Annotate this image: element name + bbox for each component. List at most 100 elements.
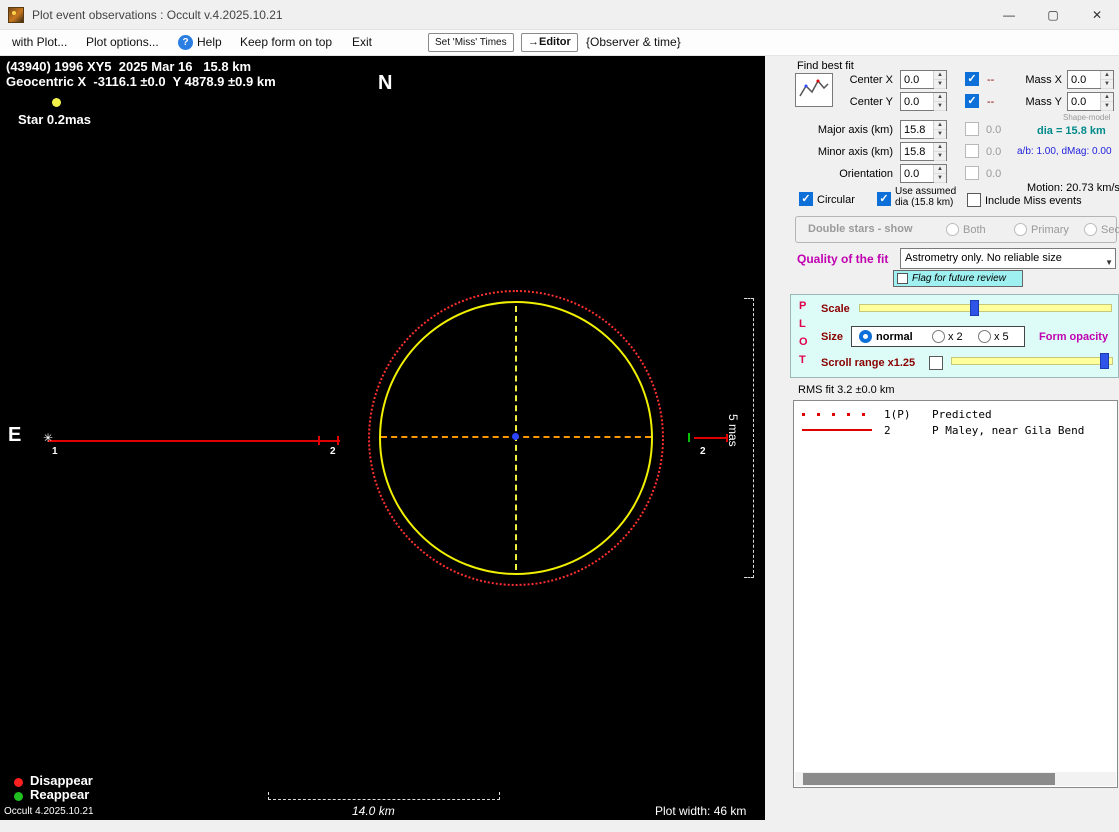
- menu-exit[interactable]: Exit: [352, 35, 372, 49]
- minor-axis-spinner[interactable]: ▲▼: [900, 142, 947, 161]
- double-stars-secondary-label: Secondary: [1101, 224, 1119, 236]
- center-y-checkbox[interactable]: ✓: [965, 94, 979, 108]
- observation-row[interactable]: 2 P Maley, near Gila Bend: [794, 423, 1117, 439]
- scale-slider-track[interactable]: [859, 304, 1112, 312]
- find-best-fit-button[interactable]: [795, 73, 833, 107]
- center-y-label: Center Y: [849, 96, 893, 108]
- star-size-label: Star 0.2mas: [18, 112, 91, 127]
- up-arrow-icon[interactable]: ▲: [934, 165, 946, 174]
- km-scale-bracket: [268, 792, 500, 800]
- major-axis-input[interactable]: [901, 121, 933, 138]
- include-miss-label: Include Miss events: [985, 195, 1082, 207]
- scale-slider[interactable]: [859, 300, 1112, 316]
- center-y-spinner[interactable]: ▲▼: [900, 92, 947, 111]
- down-arrow-icon[interactable]: ▼: [1101, 102, 1113, 111]
- maximize-button[interactable]: ▢: [1031, 0, 1075, 30]
- orientation-checkbox[interactable]: [965, 166, 979, 180]
- observer-time-label[interactable]: {Observer & time}: [586, 35, 681, 49]
- down-arrow-icon[interactable]: ▼: [1101, 80, 1113, 89]
- plot-letter-l: L: [799, 318, 806, 330]
- double-stars-primary-radio[interactable]: [1014, 223, 1027, 236]
- double-stars-secondary-radio[interactable]: [1084, 223, 1097, 236]
- orientation-spinner[interactable]: ▲▼: [900, 164, 947, 183]
- center-y-input[interactable]: [901, 93, 933, 110]
- predicted-dotted-line-icon: [802, 413, 872, 416]
- up-arrow-icon[interactable]: ▲: [934, 71, 946, 80]
- major-axis-checkbox[interactable]: [965, 122, 979, 136]
- scale-slider-thumb[interactable]: [970, 300, 980, 316]
- observation-row[interactable]: 1(P) Predicted: [794, 407, 1117, 423]
- mass-y-label: Mass Y: [1025, 96, 1062, 108]
- minor-axis-input[interactable]: [901, 143, 933, 160]
- up-arrow-icon[interactable]: ▲: [1101, 93, 1113, 102]
- up-arrow-icon[interactable]: ▲: [934, 143, 946, 152]
- app-window: Plot event observations : Occult v.4.202…: [0, 0, 1119, 832]
- up-arrow-icon[interactable]: ▲: [934, 93, 946, 102]
- major-axis-spinner[interactable]: ▲▼: [900, 120, 947, 139]
- orientation-arrows[interactable]: ▲ ▼: [933, 165, 946, 183]
- minor-axis-checkbox[interactable]: [965, 144, 979, 158]
- menu-with-plot[interactable]: with Plot...: [12, 35, 67, 49]
- titlebar: Plot event observations : Occult v.4.202…: [0, 0, 1119, 30]
- center-x-arrows[interactable]: ▲ ▼: [933, 71, 946, 89]
- plot-letter-t: T: [799, 354, 806, 366]
- menu-keep-on-top[interactable]: Keep form on top: [240, 35, 332, 49]
- circular-checkbox[interactable]: ✓: [799, 192, 813, 206]
- plot-canvas: (43940) 1996 XY5 2025 Mar 16 15.8 km Geo…: [0, 56, 765, 820]
- scroll-slider-thumb[interactable]: [1100, 353, 1110, 369]
- scrollbar-thumb[interactable]: [803, 773, 1055, 785]
- shape-model-label: Shape-model: [1063, 113, 1111, 122]
- mass-x-spinner[interactable]: ▲▼: [1067, 70, 1114, 89]
- close-button[interactable]: ✕: [1075, 0, 1119, 30]
- size-normal-radio[interactable]: [859, 330, 872, 343]
- mass-x-input[interactable]: [1068, 71, 1100, 88]
- scale-label: Scale: [821, 303, 850, 315]
- flag-review-checkbox[interactable]: [897, 273, 908, 284]
- mass-y-spinner[interactable]: ▲▼: [1067, 92, 1114, 111]
- use-assumed-checkbox[interactable]: ✓: [877, 192, 891, 206]
- menu-help[interactable]: Help: [197, 35, 222, 49]
- center-y-arrows[interactable]: ▲ ▼: [933, 93, 946, 111]
- orientation-aux: 0.0: [986, 168, 1002, 180]
- size-x5-radio[interactable]: [978, 330, 991, 343]
- include-miss-checkbox[interactable]: [967, 193, 981, 207]
- up-arrow-icon[interactable]: ▲: [1101, 71, 1113, 80]
- down-arrow-icon[interactable]: ▼: [934, 130, 946, 139]
- mass-x-arrows[interactable]: ▲ ▼: [1100, 71, 1113, 89]
- scroll-range-checkbox[interactable]: [929, 356, 943, 370]
- chord1-tick-a: [318, 436, 320, 445]
- major-axis-arrows[interactable]: ▲ ▼: [933, 121, 946, 139]
- find-best-fit-label: Find best fit: [797, 60, 854, 72]
- down-arrow-icon[interactable]: ▼: [934, 152, 946, 161]
- center-x-input[interactable]: [901, 71, 933, 88]
- center-y-suffix: --: [987, 96, 995, 108]
- menu-plot-options[interactable]: Plot options...: [86, 35, 159, 49]
- list-horizontal-scrollbar[interactable]: [795, 772, 1116, 786]
- double-stars-both-radio[interactable]: [946, 223, 959, 236]
- control-panel: Find best fit Center X ▲▼ ✓ -- Center Y …: [765, 56, 1119, 832]
- double-stars-primary-label: Primary: [1031, 224, 1069, 236]
- orientation-input[interactable]: [901, 165, 933, 182]
- size-label: Size: [821, 331, 844, 343]
- center-x-checkbox[interactable]: ✓: [965, 72, 979, 86]
- minimize-button[interactable]: —: [987, 0, 1031, 30]
- mass-y-arrows[interactable]: ▲ ▼: [1100, 93, 1113, 111]
- scroll-slider-track[interactable]: [951, 357, 1113, 365]
- scroll-slider[interactable]: [951, 353, 1113, 369]
- help-icon[interactable]: ?: [178, 35, 193, 50]
- size-x2-radio[interactable]: [932, 330, 945, 343]
- editor-button[interactable]: →Editor: [521, 33, 578, 52]
- body-center-dot: [512, 433, 519, 440]
- down-arrow-icon[interactable]: ▼: [934, 102, 946, 111]
- up-arrow-icon[interactable]: ▲: [934, 121, 946, 130]
- mass-y-input[interactable]: [1068, 93, 1100, 110]
- down-arrow-icon[interactable]: ▼: [934, 80, 946, 89]
- quality-select[interactable]: Astrometry only. No reliable size ▼: [900, 248, 1116, 269]
- observations-listbox[interactable]: 1(P) Predicted 2 P Maley, near Gila Bend: [793, 400, 1118, 788]
- center-x-spinner[interactable]: ▲▼: [900, 70, 947, 89]
- down-arrow-icon[interactable]: ▼: [934, 174, 946, 183]
- orientation-label: Orientation: [839, 168, 893, 180]
- minor-axis-arrows[interactable]: ▲ ▼: [933, 143, 946, 161]
- menubar: with Plot... Plot options... ? Help Keep…: [0, 30, 1119, 56]
- set-miss-times-button[interactable]: Set 'Miss' Times: [428, 33, 514, 52]
